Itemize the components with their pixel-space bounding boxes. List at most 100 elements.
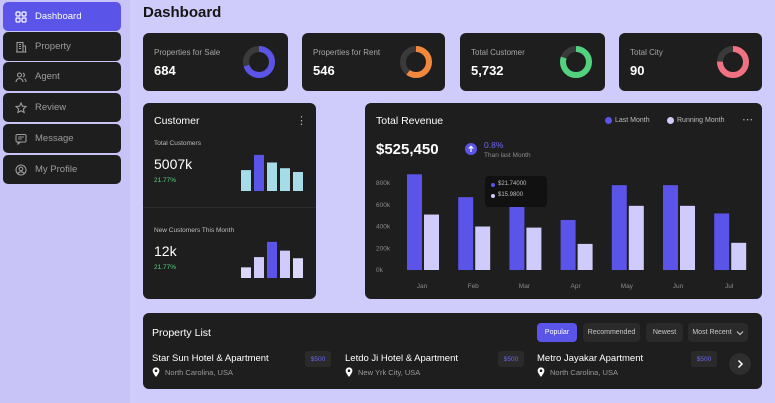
bar-running-month xyxy=(526,227,542,270)
sidebar-item-agent[interactable]: Agent xyxy=(3,62,121,91)
bar-running-month xyxy=(475,226,491,270)
property-location: North Carolina, USA xyxy=(152,367,233,377)
chevron-down-icon xyxy=(736,330,744,335)
property-location: New Yrk City, USA xyxy=(345,367,420,377)
sidebar-item-message[interactable]: Message xyxy=(3,124,121,153)
property-name[interactable]: Star Sun Hotel & Apartment xyxy=(152,353,269,364)
revenue-bar-chart: 800k 600k 400k 200k 0k Jan Feb Mar Apr May Jun Jul xyxy=(376,174,747,290)
tab-label: Most Recent xyxy=(692,329,732,336)
tab-popular[interactable]: Popular xyxy=(537,323,577,342)
mini-bar xyxy=(241,170,251,191)
grid-icon xyxy=(15,10,27,23)
price-badge: $500 xyxy=(305,351,331,367)
mini-bar xyxy=(267,241,277,278)
tab-recommended[interactable]: Recommended xyxy=(583,323,640,342)
mini-bar xyxy=(254,154,264,191)
donut-chart-sale xyxy=(243,46,275,78)
stat-value: 90 xyxy=(630,63,645,78)
tab-newest[interactable]: Newest xyxy=(646,323,683,342)
price-badge: $500 xyxy=(498,351,524,367)
x-tick-label: May xyxy=(621,283,634,290)
mini-bar xyxy=(293,258,303,278)
property-location-text: North Carolina, USA xyxy=(165,367,233,377)
stat-label: Properties for Sale xyxy=(154,48,221,57)
tooltip-dot-running xyxy=(491,194,495,198)
bar-running-month xyxy=(577,243,593,270)
mini-bar xyxy=(241,267,251,278)
mini-bar xyxy=(280,168,290,191)
stat-value: 684 xyxy=(154,63,176,78)
bar-last-month xyxy=(663,185,678,270)
user-circle-icon xyxy=(15,163,27,176)
property-location: North Carolina, USA xyxy=(537,367,618,377)
sidebar-item-label: My Profile xyxy=(35,164,78,175)
sidebar-item-label: Message xyxy=(35,133,74,144)
sidebar-item-label: Property xyxy=(35,41,71,52)
bar-last-month xyxy=(714,213,730,270)
building-icon xyxy=(16,41,27,53)
x-tick-label: Jan xyxy=(417,283,428,290)
sidebar-item-my-profile[interactable]: My Profile xyxy=(3,155,121,184)
stat-label: Properties for Rent xyxy=(313,48,381,57)
sidebar-item-dashboard[interactable]: Dashboard xyxy=(3,2,121,31)
donut-chart-customer xyxy=(560,46,592,78)
next-button[interactable] xyxy=(729,353,751,375)
bar-running-month xyxy=(731,242,747,270)
new-customers-bars xyxy=(241,241,303,278)
stat-card-rent: Properties for Rent 546 xyxy=(302,33,445,91)
sidebar-item-property[interactable]: Property xyxy=(3,32,121,61)
stat-value: 546 xyxy=(313,63,335,78)
new-customers-value: 12k xyxy=(154,243,177,259)
more-options-icon[interactable]: ⋮ xyxy=(296,114,307,127)
bar-last-month xyxy=(611,185,627,270)
donut-chart-rent xyxy=(400,46,432,78)
stat-card-customer: Total Customer 5,732 xyxy=(460,33,605,91)
y-tick-label: 400k xyxy=(376,224,391,231)
stat-value: 5,732 xyxy=(471,63,504,78)
y-tick-label: 200k xyxy=(376,245,391,252)
mini-bar xyxy=(280,250,290,278)
bar-running-month xyxy=(628,205,644,270)
stat-label: Total Customer xyxy=(471,48,525,57)
price-badge: $500 xyxy=(691,351,717,367)
stat-card-sale: Properties for Sale 684 xyxy=(143,33,288,91)
property-location-text: North Carolina, USA xyxy=(550,367,618,377)
location-pin-icon xyxy=(537,367,545,377)
donut-chart-city xyxy=(717,46,749,78)
bar-last-month xyxy=(560,219,576,270)
bar-last-month xyxy=(407,174,422,270)
x-tick-label: Jun xyxy=(673,283,684,290)
sidebar-item-review[interactable]: Review xyxy=(3,93,121,122)
mini-bar xyxy=(254,257,264,278)
sidebar: Dashboard Property Agent Review Message … xyxy=(0,0,130,403)
x-tick-label: Feb xyxy=(468,283,480,290)
property-location-text: New Yrk City, USA xyxy=(358,367,421,377)
x-tick-label: Mar xyxy=(519,283,531,290)
tooltip-value-last: $21.74000 xyxy=(498,181,527,187)
x-tick-label: Apr xyxy=(571,283,582,290)
tooltip-dot-last xyxy=(491,183,495,187)
mini-bar xyxy=(267,162,277,191)
y-tick-label: 0k xyxy=(376,267,384,274)
property-name[interactable]: Metro Jayakar Apartment xyxy=(537,353,643,364)
bar-last-month xyxy=(509,202,525,270)
sidebar-item-label: Agent xyxy=(35,71,60,82)
tab-most-recent[interactable]: Most Recent xyxy=(688,323,748,342)
property-name[interactable]: Letdo Ji Hotel & Apartment xyxy=(345,353,458,364)
bar-last-month xyxy=(458,197,474,270)
sidebar-item-label: Review xyxy=(35,102,67,113)
stat-label: Total City xyxy=(630,48,663,57)
divider xyxy=(143,207,316,208)
tooltip-value-running: $15.9800 xyxy=(498,192,524,198)
star-icon xyxy=(15,101,27,114)
message-icon xyxy=(15,133,27,145)
bar-running-month xyxy=(424,214,439,270)
location-pin-icon xyxy=(345,367,353,377)
y-tick-label: 800k xyxy=(376,180,391,187)
total-customers-value: 5007k xyxy=(154,156,193,172)
revenue-card: Total Revenue Last Month Running Month ⋯… xyxy=(365,103,762,299)
total-customers-change: 21.77% xyxy=(154,177,177,184)
customer-card: Customer ⋮ Total Customers 5007k 21.77% … xyxy=(143,103,316,299)
sidebar-item-label: Dashboard xyxy=(35,11,82,22)
new-customers-change: 21.77% xyxy=(154,264,177,271)
